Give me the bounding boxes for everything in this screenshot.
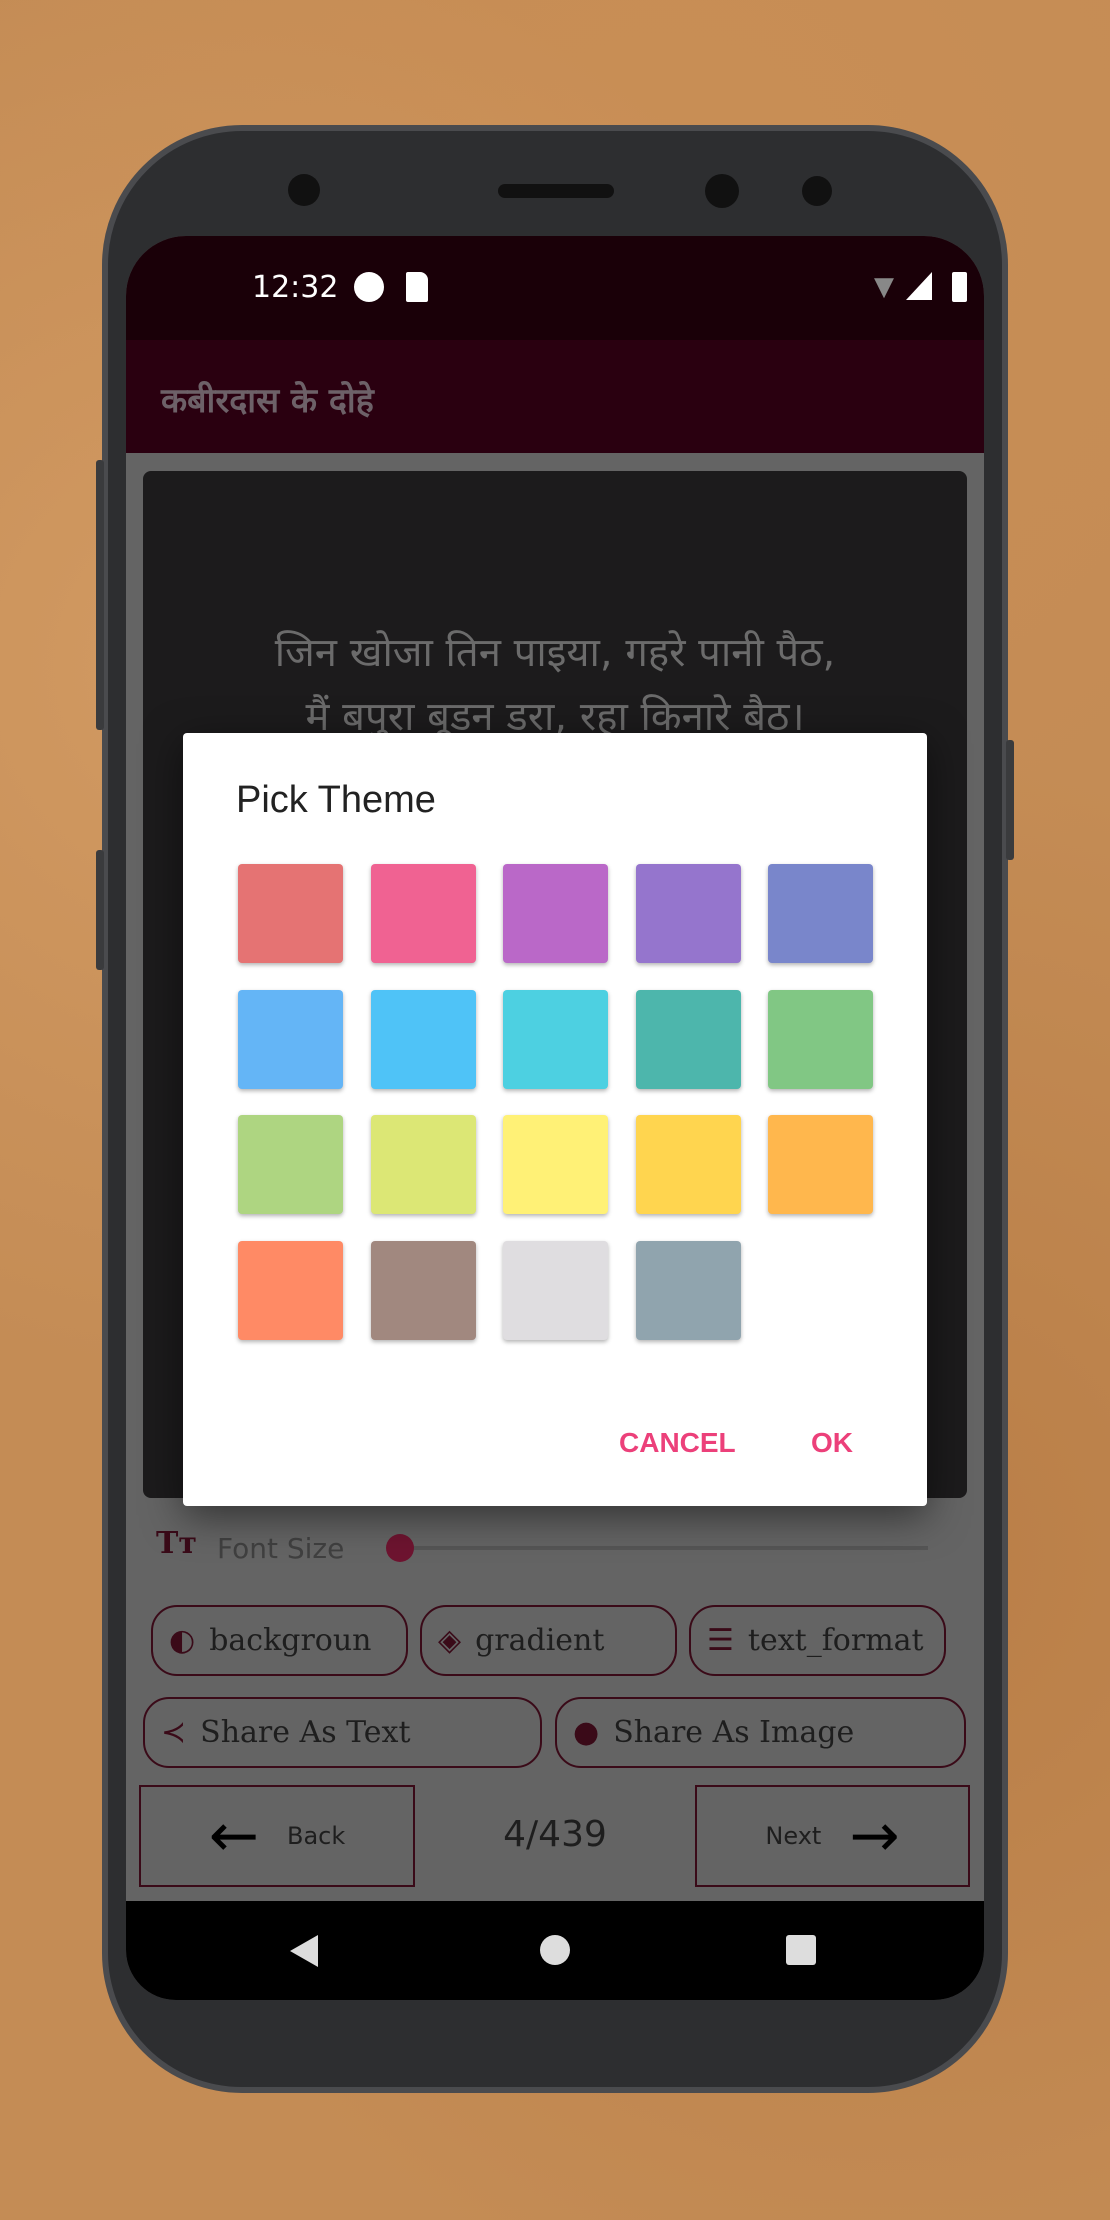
back-label: Back xyxy=(287,1822,346,1850)
font-size-label: Font Size xyxy=(217,1532,345,1565)
color-swatch[interactable] xyxy=(503,989,608,1089)
color-swatch[interactable] xyxy=(503,864,608,963)
drop-icon: ◐ xyxy=(169,1623,196,1658)
side-button xyxy=(96,850,104,970)
cancel-button[interactable]: CANCEL xyxy=(619,1427,736,1459)
pick-theme-dialog: Pick Theme CANCEL OK xyxy=(183,733,927,1506)
share-icon: ≺ xyxy=(161,1715,187,1750)
battery-icon xyxy=(952,272,967,302)
status-bar: 12:32 ▼ xyxy=(126,236,984,340)
text-format-button[interactable]: ☰ text_format xyxy=(689,1605,946,1676)
notification-icon xyxy=(354,272,384,302)
align-center-icon: ☰ xyxy=(707,1623,734,1658)
nav-back-icon[interactable] xyxy=(290,1935,318,1967)
camera xyxy=(288,174,320,206)
color-swatch[interactable] xyxy=(503,1115,608,1214)
color-swatch[interactable] xyxy=(768,989,873,1089)
next-label: Next xyxy=(765,1822,822,1850)
side-button xyxy=(96,460,104,730)
color-swatch[interactable] xyxy=(370,1115,476,1214)
background-button[interactable]: ◐ backgroun xyxy=(151,1605,408,1676)
wifi-off-icon: ▼ xyxy=(874,272,894,302)
time: 12:32 xyxy=(252,270,339,305)
speaker xyxy=(498,184,614,198)
app-bar: कबीरदास के दोहे xyxy=(126,340,984,453)
paint-bucket-icon: ◈ xyxy=(438,1623,462,1658)
chip-label: backgroun xyxy=(209,1623,372,1658)
chip-label: text_format xyxy=(747,1623,924,1658)
font-size-icon: Tт xyxy=(156,1526,197,1561)
color-swatch[interactable] xyxy=(635,989,741,1089)
color-swatch[interactable] xyxy=(238,989,343,1089)
camera xyxy=(705,174,739,208)
color-swatch[interactable] xyxy=(238,864,343,963)
color-swatch[interactable] xyxy=(635,864,741,963)
color-swatch[interactable] xyxy=(370,1240,476,1340)
doha-text: जिन खोजा तिन पाइया, गहरे पानी पैठ, मैं ब… xyxy=(143,621,967,749)
color-swatch[interactable] xyxy=(238,1115,343,1214)
font-size-slider[interactable] xyxy=(400,1546,928,1550)
sd-card-icon xyxy=(406,272,428,302)
side-button xyxy=(1006,740,1014,860)
back-button[interactable]: ← Back xyxy=(139,1785,415,1887)
signal-icon xyxy=(906,272,932,300)
share-as-text-button[interactable]: ≺ Share As Text xyxy=(143,1697,542,1768)
doha-line: जिन खोजा तिन पाइया, गहरे पानी पैठ, xyxy=(274,630,836,676)
doha-counter: 4/439 xyxy=(503,1814,607,1855)
color-swatch[interactable] xyxy=(768,864,873,963)
color-swatch[interactable] xyxy=(503,1240,608,1340)
arrow-right-icon: → xyxy=(849,1801,900,1871)
share-image-label: Share As Image xyxy=(613,1715,855,1750)
system-nav-bar xyxy=(126,1901,984,2000)
chip-label: gradient xyxy=(475,1623,605,1658)
sensor xyxy=(802,176,832,206)
color-swatch[interactable] xyxy=(635,1240,741,1340)
color-swatch[interactable] xyxy=(370,989,476,1089)
slider-thumb[interactable] xyxy=(386,1534,414,1562)
arrow-left-icon: ← xyxy=(208,1801,259,1871)
share-as-image-button[interactable]: ● Share As Image xyxy=(555,1697,966,1768)
gradient-button[interactable]: ◈ gradient xyxy=(420,1605,677,1676)
palette-icon: ● xyxy=(573,1715,600,1750)
next-button[interactable]: Next → xyxy=(695,1785,970,1887)
color-swatch[interactable] xyxy=(768,1115,873,1214)
app-title: कबीरदास के दोहे xyxy=(161,381,374,421)
color-swatch[interactable] xyxy=(238,1240,343,1340)
share-text-label: Share As Text xyxy=(200,1715,411,1750)
nav-home-icon[interactable] xyxy=(540,1935,570,1965)
nav-recents-icon[interactable] xyxy=(786,1935,816,1965)
color-swatch[interactable] xyxy=(370,864,476,963)
dialog-title: Pick Theme xyxy=(236,779,436,821)
color-swatch[interactable] xyxy=(635,1115,741,1214)
ok-button[interactable]: OK xyxy=(811,1427,853,1459)
